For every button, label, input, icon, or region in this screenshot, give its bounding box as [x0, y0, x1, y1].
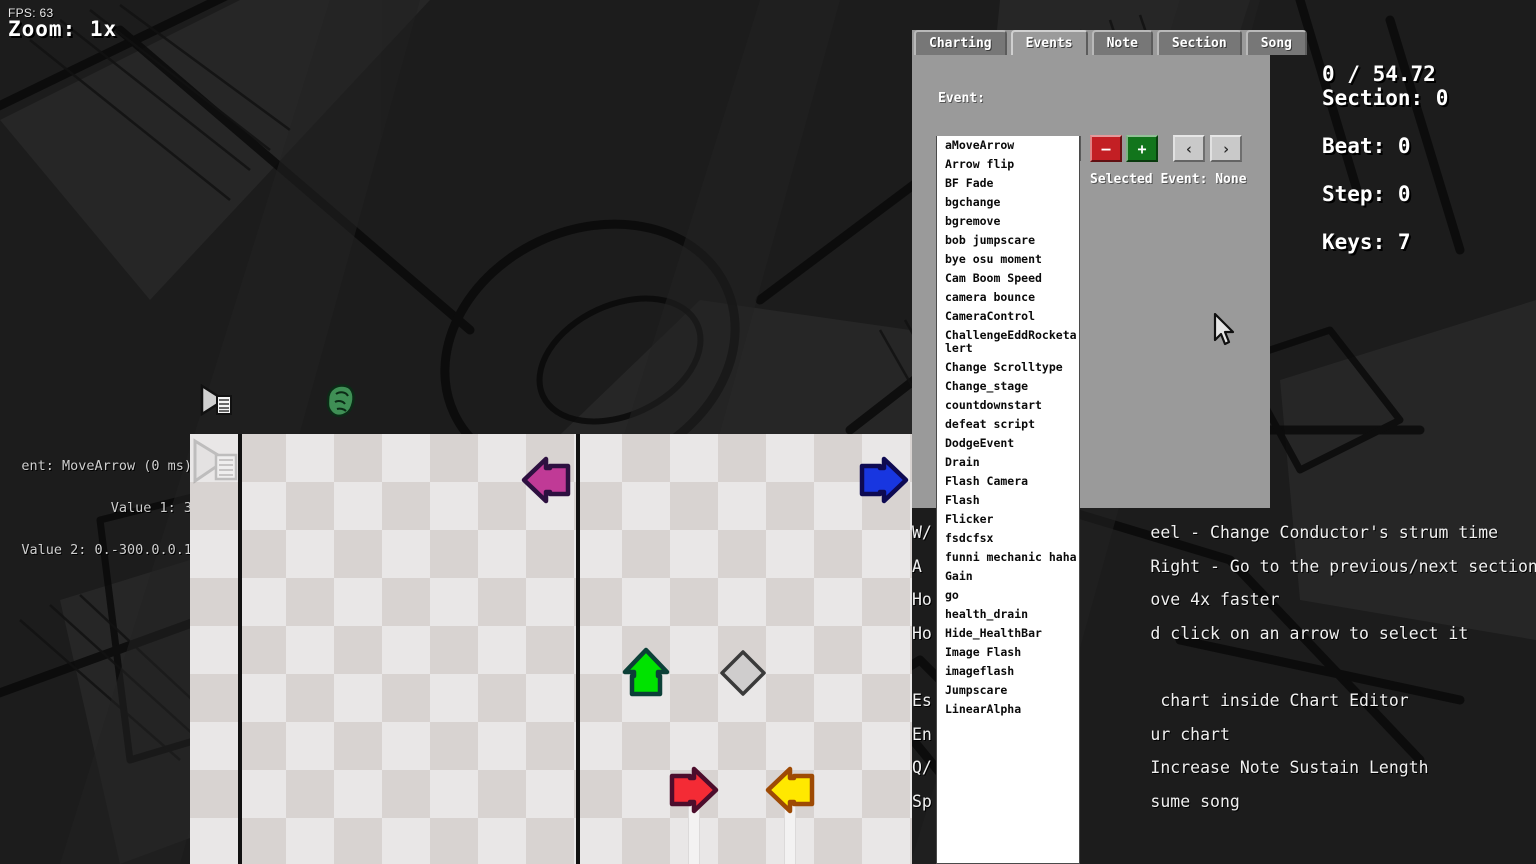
selected-event-label: Selected Event: None — [1090, 172, 1247, 187]
dropdown-option[interactable]: CameraControl — [937, 307, 1079, 326]
dropdown-option[interactable]: BF Fade — [937, 174, 1079, 193]
stat-time: 0 / 54.72 — [1322, 62, 1436, 86]
dropdown-option[interactable]: Flash Camera — [937, 472, 1079, 491]
dropdown-option[interactable]: bob jumpscare — [937, 231, 1079, 250]
dropdown-option[interactable]: Change Scrolltype — [937, 358, 1079, 377]
dropdown-option[interactable]: DodgeEvent — [937, 434, 1079, 453]
dropdown-option[interactable]: Drain — [937, 453, 1079, 472]
dropdown-option[interactable]: bgremove — [937, 212, 1079, 231]
stat-step: Step: 0 — [1322, 182, 1411, 206]
dropdown-option[interactable]: defeat script — [937, 415, 1079, 434]
event-field-label: Event: — [938, 91, 985, 106]
stat-keys: Keys: 7 — [1322, 230, 1411, 254]
note-right-blue[interactable] — [858, 454, 910, 506]
panel-tab-bar: Charting Events Note Section Song — [912, 30, 1308, 55]
stat-beat: Beat: 0 — [1322, 134, 1411, 158]
dropdown-option[interactable]: countdownstart — [937, 396, 1079, 415]
event-readout-line2: Value 1: 3 — [110, 500, 192, 516]
event-readout: ent: MoveArrow (0 ms) Value 1: 3 Value 2… — [0, 431, 192, 585]
dropdown-option[interactable]: Image Flash — [937, 643, 1079, 662]
grid-divider-left — [238, 434, 242, 864]
note-left-purple[interactable] — [520, 454, 572, 506]
next-event-button[interactable]: › — [1210, 135, 1242, 162]
dropdown-option[interactable]: go — [937, 586, 1079, 605]
tab-events[interactable]: Events — [1010, 30, 1088, 55]
tab-section[interactable]: Section — [1156, 30, 1242, 55]
grid-divider-center — [576, 434, 580, 864]
note-up-green[interactable] — [620, 646, 672, 698]
event-readout-line1: ent: MoveArrow (0 ms) — [21, 458, 192, 474]
event-readout-line3: Value 2: 0.-300.0.0.1 — [21, 542, 192, 558]
dropdown-option[interactable]: bye osu moment — [937, 250, 1079, 269]
stat-section: Section: 0 — [1322, 86, 1449, 110]
dropdown-option[interactable]: Flicker — [937, 510, 1079, 529]
dropdown-option[interactable]: Change_stage — [937, 377, 1079, 396]
dropdown-option[interactable]: fsdcfsx — [937, 529, 1079, 548]
grid-play-script-icon — [193, 438, 238, 484]
dropdown-option[interactable]: ChallengeEddRocketalert — [937, 326, 1079, 358]
dropdown-option[interactable]: Arrow flip — [937, 155, 1079, 174]
play-script-icon — [200, 384, 232, 417]
dropdown-option[interactable]: Flash — [937, 491, 1079, 510]
dropdown-option[interactable]: Hide_HealthBar — [937, 624, 1079, 643]
add-event-button[interactable]: + — [1126, 135, 1158, 162]
event-diamond[interactable] — [718, 648, 768, 698]
dropdown-option[interactable]: imageflash — [937, 662, 1079, 681]
dropdown-option[interactable]: camera bounce — [937, 288, 1079, 307]
event-dropdown-list[interactable]: aMoveArrow Arrow flip BF Fade bgchange bgrem… — [936, 136, 1080, 864]
dropdown-option[interactable]: aMoveArrow — [937, 136, 1079, 155]
tab-song[interactable]: Song — [1245, 30, 1308, 55]
remove-event-button[interactable]: – — [1090, 135, 1122, 162]
tab-note[interactable]: Note — [1091, 30, 1153, 55]
note-left-yellow[interactable] — [764, 764, 816, 816]
zoom-level-label: Zoom: 1x — [8, 17, 118, 41]
dropdown-option[interactable]: Cam Boom Speed — [937, 269, 1079, 288]
dropdown-option[interactable]: LinearAlpha — [937, 700, 1079, 719]
chart-editor-screen: FPS: 63 Zoom: 1x ent: MoveArrow (0 ms) V… — [0, 0, 1536, 864]
tab-charting[interactable]: Charting — [914, 30, 1007, 55]
song-stats-panel: 0 / 54.72 Section: 0 Beat: 0 Step: 0 Key… — [1322, 62, 1448, 278]
dropdown-option[interactable]: health_drain — [937, 605, 1079, 624]
dropdown-option[interactable]: Gain — [937, 567, 1079, 586]
note-right-red[interactable] — [668, 764, 720, 816]
dropdown-option[interactable]: bgchange — [937, 193, 1079, 212]
chart-note-grid[interactable] — [190, 434, 912, 864]
dropdown-option[interactable]: funni mechanic haha — [937, 548, 1079, 567]
previous-event-button[interactable]: ‹ — [1173, 135, 1205, 162]
green-character-icon — [326, 384, 355, 418]
dropdown-option[interactable]: Jumpscare — [937, 681, 1079, 700]
